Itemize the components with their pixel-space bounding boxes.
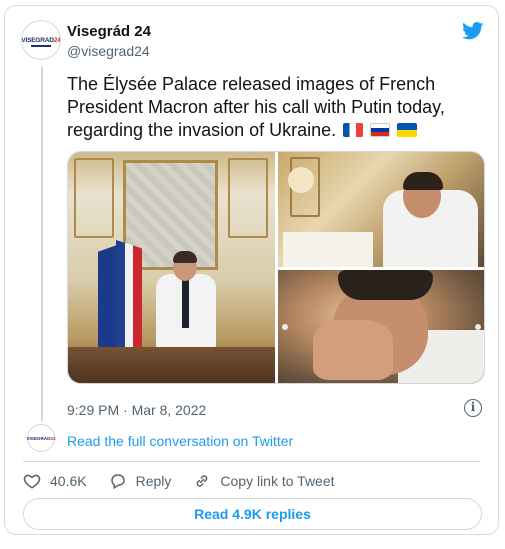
avatar-logo: VISEGRAD24: [21, 36, 61, 44]
tweet-timestamp[interactable]: 9:29 PM · Mar 8, 2022: [67, 402, 206, 418]
carousel-next-dot[interactable]: [475, 324, 481, 330]
photo-macron-standing[interactable]: [68, 152, 275, 383]
fr-flag-icon: [343, 123, 364, 137]
photo-macron-phone[interactable]: [278, 152, 484, 267]
photo-grid: [67, 151, 485, 384]
photo-macron-closeup[interactable]: [278, 270, 484, 383]
reply-label: Reply: [135, 473, 172, 489]
carousel-prev-dot[interactable]: [282, 324, 288, 330]
action-bar: 40.6K Reply Copy link to Tweet: [23, 471, 357, 491]
heart-icon: [23, 474, 41, 489]
conversation-avatar[interactable]: VISEGRAD24: [26, 424, 56, 452]
account-name[interactable]: Visegrád 24: [67, 23, 151, 40]
copy-link-label: Copy link to Tweet: [220, 473, 335, 489]
read-replies-button[interactable]: Read 4.9K replies: [23, 498, 482, 530]
ua-flag-icon: [397, 123, 418, 137]
read-conversation-link[interactable]: Read the full conversation on Twitter: [67, 433, 293, 449]
reply-bubble-icon: [110, 474, 125, 490]
link-icon: [197, 475, 208, 487]
divider: [23, 461, 480, 462]
twitter-bird-icon[interactable]: [462, 22, 484, 40]
copy-link-button[interactable]: Copy link to Tweet: [193, 472, 335, 490]
reply-button[interactable]: Reply: [109, 472, 172, 490]
ru-flag-icon: [370, 123, 391, 137]
embedded-tweet-card: VISEGRAD24 Visegrád 24 @visegrad24 The É…: [4, 5, 499, 535]
like-button[interactable]: 40.6K: [23, 472, 87, 490]
tweet-text: The Élysée Palace released images of Fre…: [67, 74, 445, 140]
thread-line: [41, 66, 43, 421]
like-count: 40.6K: [50, 473, 87, 489]
account-avatar[interactable]: VISEGRAD24: [21, 20, 61, 60]
account-handle[interactable]: @visegrad24: [67, 43, 150, 59]
info-icon[interactable]: i: [464, 399, 482, 417]
